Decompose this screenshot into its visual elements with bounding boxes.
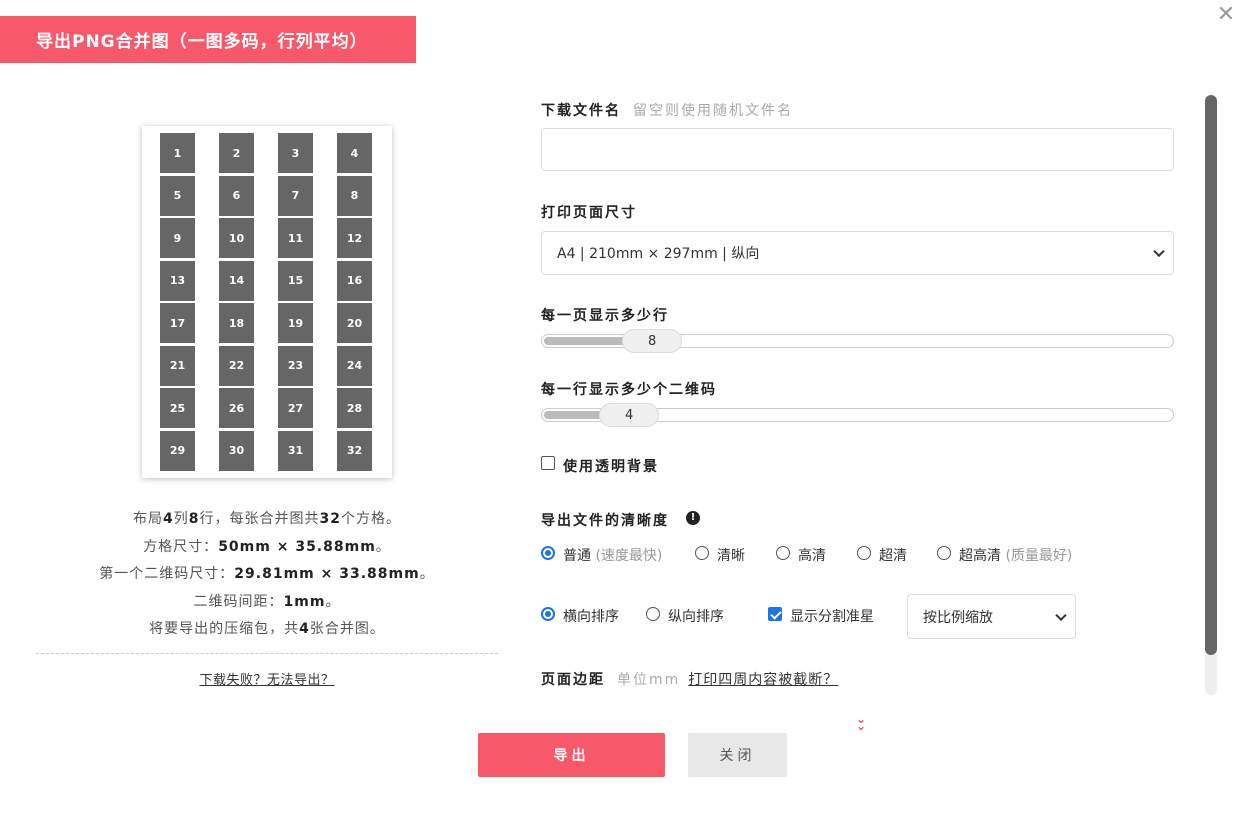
clarity-radio[interactable] xyxy=(695,546,709,560)
scrollbar[interactable] xyxy=(1205,95,1217,695)
margin-help-link[interactable]: 打印四周内容被截断？ xyxy=(688,672,838,688)
scale-select[interactable]: 按比例缩放 xyxy=(907,594,1076,639)
preview-cell: 22 xyxy=(219,345,254,386)
preview-cell: 7 xyxy=(278,175,313,216)
rows-slider-thumb[interactable]: 8 xyxy=(622,329,683,353)
divider xyxy=(36,653,498,654)
preview-cell: 4 xyxy=(337,133,372,173)
transparent-bg-label: 使用透明背景 xyxy=(563,459,659,475)
preview-cell: 8 xyxy=(337,175,372,216)
clarity-option-label: 清晰 xyxy=(717,548,745,564)
preview-cell: 31 xyxy=(278,430,313,471)
preview-sheet: 1 2 3 4 5 6 7 8 9 10 11 12 13 14 15 16 17 18 19 20 21 22 23 24 2… xyxy=(142,126,392,478)
chevron-down-icon xyxy=(1055,609,1067,621)
info-line-gap: 二维码间距：1mm。 xyxy=(193,593,341,610)
preview-cell: 21 xyxy=(160,345,195,386)
preview-cell: 6 xyxy=(219,175,254,216)
cols-slider-thumb[interactable]: 4 xyxy=(599,403,660,427)
info-line-layout: 布局4列8行，每张合并图共32个方格。 xyxy=(133,511,401,527)
transparent-bg-checkbox[interactable] xyxy=(541,456,555,470)
clarity-radio[interactable] xyxy=(541,546,555,560)
margin-unit: 单位mm xyxy=(617,672,681,688)
preview-cell: 19 xyxy=(278,303,313,343)
rows-slider[interactable]: 8 xyxy=(541,329,1174,353)
preview-cell: 18 xyxy=(219,303,254,343)
preview-cell: 14 xyxy=(219,260,254,301)
filename-input[interactable] xyxy=(541,128,1174,171)
preview-cell: 27 xyxy=(278,388,313,428)
preview-cell: 9 xyxy=(160,218,195,258)
preview-cell: 26 xyxy=(219,388,254,428)
info-line-cell-size: 方格尺寸：50mm × 35.88mm。 xyxy=(143,538,391,555)
show-marks-label: 显示分割准星 xyxy=(790,609,874,625)
info-line-sheets: 将要导出的压缩包，共4张合并图。 xyxy=(149,621,385,637)
clarity-radio[interactable] xyxy=(857,546,871,560)
order-vertical-radio[interactable] xyxy=(646,607,660,621)
filename-hint: 留空则使用随机文件名 xyxy=(633,103,793,119)
preview-cell: 23 xyxy=(278,345,313,386)
double-chevron-down-icon[interactable]: ⌄ ⌄ xyxy=(854,713,868,732)
clarity-radio[interactable] xyxy=(937,546,951,560)
order-horizontal-radio[interactable] xyxy=(541,607,555,621)
close-button[interactable]: 关闭 xyxy=(688,733,787,777)
show-marks-checkbox[interactable] xyxy=(768,607,782,621)
preview-cell: 5 xyxy=(160,175,195,216)
dialog-title: 导出PNG合并图（一图多码，行列平均） xyxy=(0,16,416,63)
scrollbar-thumb[interactable] xyxy=(1205,95,1217,655)
preview-cell: 25 xyxy=(160,388,195,428)
preview-cell: 17 xyxy=(160,303,195,343)
preview-cell: 3 xyxy=(278,133,313,173)
page-size-select[interactable]: A4 | 210mm × 297mm | 纵向 xyxy=(541,231,1174,275)
margin-label: 页面边距 单位mm 打印四周内容被截断？ xyxy=(541,672,839,688)
cols-label: 每一行显示多少个二维码 xyxy=(541,382,717,398)
preview-cell: 2 xyxy=(219,133,254,173)
order-horizontal-label: 横向排序 xyxy=(563,609,619,625)
info-line-qr-size: 第一个二维码尺寸：29.81mm × 33.88mm。 xyxy=(99,566,435,582)
preview-cell: 12 xyxy=(337,218,372,258)
download-fail-link[interactable]: 下载失败？无法导出？ xyxy=(36,669,498,688)
preview-cell: 11 xyxy=(278,218,313,258)
layout-info: 布局4列8行，每张合并图共32个方格。 方格尺寸：50mm × 35.88mm。… xyxy=(36,506,498,644)
clarity-label: 导出文件的清晰度 xyxy=(541,513,669,529)
cols-slider[interactable]: 4 xyxy=(541,403,1174,427)
export-dialog: 导出PNG合并图（一图多码，行列平均） ✕ 1 2 3 4 5 6 7 8 9 10 11 12 13 1… xyxy=(0,0,1244,819)
clarity-option-label: 超清 xyxy=(879,548,907,564)
preview-cell: 10 xyxy=(219,218,254,258)
rows-slider-fill xyxy=(544,337,633,345)
preview-cell: 30 xyxy=(219,430,254,471)
order-vertical-label: 纵向排序 xyxy=(668,609,724,625)
filename-label: 下载文件名 留空则使用随机文件名 xyxy=(541,103,793,119)
preview-cell: 20 xyxy=(337,303,372,343)
preview-cell: 1 xyxy=(160,133,195,173)
preview-cell: 24 xyxy=(337,345,372,386)
preview-cell: 32 xyxy=(337,430,372,471)
clarity-option-label: 普通 (速度最快) xyxy=(563,548,663,564)
page-size-value: A4 | 210mm × 297mm | 纵向 xyxy=(557,246,760,262)
scale-value: 按比例缩放 xyxy=(923,609,993,626)
close-icon[interactable]: ✕ xyxy=(1215,4,1237,26)
clarity-radio[interactable] xyxy=(776,546,790,560)
clarity-option-label: 超高清 (质量最好) xyxy=(959,548,1073,564)
preview-grid: 1 2 3 4 5 6 7 8 9 10 11 12 13 14 15 16 17 18 19 20 21 22 23 24 2… xyxy=(160,133,372,471)
rows-label: 每一页显示多少行 xyxy=(541,308,669,324)
preview-cell: 16 xyxy=(337,260,372,301)
preview-cell: 13 xyxy=(160,260,195,301)
info-icon[interactable]: ! xyxy=(686,511,700,525)
preview-cell: 28 xyxy=(337,388,372,428)
preview-cell: 15 xyxy=(278,260,313,301)
clarity-option-label: 高清 xyxy=(798,548,826,564)
preview-cell: 29 xyxy=(160,430,195,471)
chevron-down-icon xyxy=(1153,245,1165,258)
export-button[interactable]: 导出 xyxy=(478,733,665,777)
page-size-label: 打印页面尺寸 xyxy=(541,205,637,221)
